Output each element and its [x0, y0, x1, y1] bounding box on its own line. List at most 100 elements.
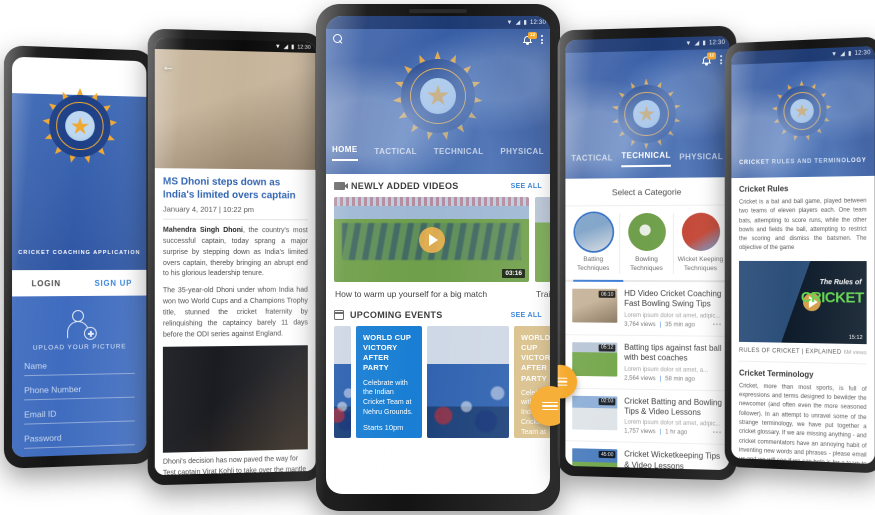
phone-mockup-scene: ★ CRICKET COACHING APPLICATION LOGIN SIG… — [0, 0, 875, 515]
video-thumbnail[interactable]: 05:12 — [572, 341, 618, 377]
home-hero: ▼ ◢ ▮ 12:30 12 ★ HOME TACTICAL TECHNICAL… — [326, 16, 550, 174]
rules-video-caption-row: RULES OF CRICKET | EXPLAINED 6M views — [739, 341, 867, 365]
video-views: 1,757 views — [624, 428, 656, 436]
login-screen-content: ★ CRICKET COACHING APPLICATION LOGIN SIG… — [12, 56, 147, 458]
app-bar: 12 — [565, 49, 729, 69]
video-card[interactable]: 03:16 How to warm up yourself for a big … — [334, 197, 529, 308]
video-card[interactable]: Training — [535, 197, 550, 308]
back-arrow-icon[interactable]: ← — [162, 58, 175, 73]
tab-tactical[interactable]: TACTICAL — [374, 147, 417, 161]
separator: | — [659, 375, 662, 382]
article-caption: Dhoni's decision has now paved the way f… — [162, 455, 307, 476]
video-overflow-icon[interactable]: ••• — [713, 431, 722, 437]
category-thumbnail[interactable] — [627, 212, 666, 252]
rules-body: Cricket Rules Cricket is a bat and ball … — [731, 175, 875, 465]
event-card[interactable]: WORLD CUP VICTORY AFTER PARTY Celebrate … — [356, 326, 422, 438]
category-selector[interactable]: Batting Techniques Bowling Techniques Wi… — [565, 205, 730, 280]
tab-technical[interactable]: TECHNICAL — [621, 150, 671, 168]
article-date: January 4, 2017 | 10:22 pm — [162, 204, 308, 221]
event-card[interactable] — [334, 326, 351, 438]
video-list-item[interactable]: 02:03 Cricket Batting and Bowling Tips &… — [565, 388, 730, 446]
upcoming-events-list[interactable]: WORLD CUP VICTORY AFTER PARTY Celebrate … — [326, 326, 550, 448]
video-subtitle: Lorem ipsum dolor sit amet, adipic... — [624, 312, 721, 320]
search-icon[interactable] — [333, 34, 344, 45]
separator: | — [659, 429, 662, 436]
event-card[interactable] — [427, 326, 509, 438]
city-select[interactable]: Select City — [84, 445, 135, 458]
video-duration: 45:00 — [599, 451, 616, 459]
phone-article-screen: ▼ ◢ ▮ 12:30 ← MS Dhoni steps down as Ind… — [147, 28, 323, 486]
email-field[interactable]: Email ID — [24, 397, 135, 425]
notification-badge: 12 — [528, 32, 537, 39]
tab-signup[interactable]: SIGN UP — [80, 278, 146, 287]
category-bowling[interactable]: Bowling Techniques — [620, 212, 674, 274]
event-description: Celebrate with the Indian Cricket Team a… — [363, 379, 413, 416]
category-thumbnail[interactable] — [574, 213, 612, 252]
tab-physical[interactable]: PHYSICAL — [500, 147, 544, 161]
categories-hero: ▼ ◢ ▮ 12:30 12 ★ TACTICAL TECHNICAL PHYS… — [565, 35, 730, 179]
video-stats: 2,564 views | 58 min ago — [624, 375, 722, 383]
signal-icon: ◢ — [515, 19, 521, 26]
video-views: 2,564 views — [624, 375, 656, 382]
video-duration: 02:03 — [599, 397, 616, 406]
article-inline-image — [162, 345, 308, 454]
battery-icon: ▮ — [291, 43, 295, 50]
category-batting[interactable]: Batting Techniques — [567, 213, 621, 274]
rules-video-thumbnail[interactable]: The Rules of CRICKET 15:12 — [739, 260, 867, 344]
events-see-all-link[interactable]: SEE ALL — [511, 312, 542, 319]
video-list-item[interactable]: 45:00 Cricket Wicketkeeping Tips & Video… — [565, 441, 730, 471]
name-field[interactable]: Name — [24, 350, 135, 377]
state-select[interactable]: Select State — [24, 447, 76, 458]
categories-screen-content: ▼ ◢ ▮ 12:30 12 ★ TACTICAL TECHNICAL PHYS… — [565, 35, 730, 471]
battery-icon: ▮ — [848, 50, 852, 57]
tab-login[interactable]: LOGIN — [12, 279, 80, 288]
video-list-item[interactable]: 05:12 Batting tips against fast ball wit… — [565, 334, 730, 391]
event-title: WORLD CUP VICTORY AFTER PARTY — [363, 333, 411, 373]
category-wicket-keeping[interactable]: Wicket Keeping Techniques — [674, 212, 727, 274]
video-list-item[interactable]: 06:10 HD Video Cricket Coaching Fast Bow… — [565, 281, 730, 337]
video-thumbnail[interactable]: 02:03 — [572, 395, 618, 430]
phone-field[interactable]: Phone Number — [24, 373, 135, 401]
video-thumbnail[interactable]: 03:16 — [334, 197, 529, 282]
tab-home[interactable]: HOME — [332, 145, 358, 161]
home-tab-bar: HOME TACTICAL TECHNICAL PHYSICAL — [326, 145, 550, 161]
category-label: Bowling Techniques — [630, 255, 663, 272]
video-overflow-icon[interactable]: ••• — [713, 322, 722, 328]
video-thumbnail[interactable]: 06:10 — [572, 288, 618, 323]
video-time: 35 min ago — [665, 321, 695, 329]
video-thumbnail[interactable]: 45:00 — [572, 448, 618, 471]
videos-see-all-link[interactable]: SEE ALL — [511, 183, 542, 190]
terminology-text: Cricket, more than most sports, is full … — [739, 383, 867, 465]
tab-tactical[interactable]: TACTICAL — [571, 153, 613, 167]
video-title: HD Video Cricket Coaching Fast Bowling S… — [624, 288, 722, 309]
separator: | — [659, 321, 662, 328]
app-bar: 12 — [326, 29, 550, 45]
article-lead-name: Mahendra Singh Dhoni — [162, 226, 243, 235]
notification-badge: 12 — [707, 52, 717, 60]
wifi-icon: ▼ — [274, 43, 281, 50]
video-time: 58 min ago — [665, 375, 695, 383]
tab-physical[interactable]: PHYSICAL — [679, 152, 723, 167]
bell-icon[interactable]: 12 — [701, 52, 717, 66]
kebab-menu-icon[interactable] — [720, 55, 723, 65]
select-category-label: Select a Categorie — [565, 177, 730, 207]
video-thumbnail[interactable] — [535, 197, 550, 282]
rules-screen-content: ▼ ◢ ▮ 12:30 ★ CRICKET RULES AND TERMINOL… — [731, 45, 875, 465]
upcoming-events-title: UPCOMING EVENTS — [350, 310, 443, 320]
bell-icon[interactable]: 12 — [523, 32, 537, 45]
status-bar: ▼ ◢ ▮ 12:30 — [731, 45, 875, 65]
terminology-heading: Cricket Terminology — [739, 368, 814, 380]
play-icon[interactable] — [418, 226, 445, 253]
state-select-label: Select State — [24, 456, 69, 458]
upload-picture-control[interactable]: UPLOAD YOUR PICTURE — [24, 309, 135, 352]
article-screen-content: ▼ ◢ ▮ 12:30 ← MS Dhoni steps down as Ind… — [154, 37, 316, 476]
category-thumbnail[interactable] — [681, 212, 720, 251]
video-title: Training — [536, 289, 550, 299]
upcoming-events-header: UPCOMING EVENTS SEE ALL — [326, 308, 550, 326]
phone-login-screen: ★ CRICKET COACHING APPLICATION LOGIN SIG… — [3, 45, 155, 469]
tab-technical[interactable]: TECHNICAL — [434, 147, 484, 161]
newly-added-videos-list[interactable]: 03:16 How to warm up yourself for a big … — [326, 197, 550, 308]
kebab-menu-icon[interactable] — [541, 34, 543, 45]
rules-text: Cricket is a bat and ball game, played b… — [739, 198, 867, 252]
category-label: Wicket Keeping Techniques — [677, 256, 724, 272]
